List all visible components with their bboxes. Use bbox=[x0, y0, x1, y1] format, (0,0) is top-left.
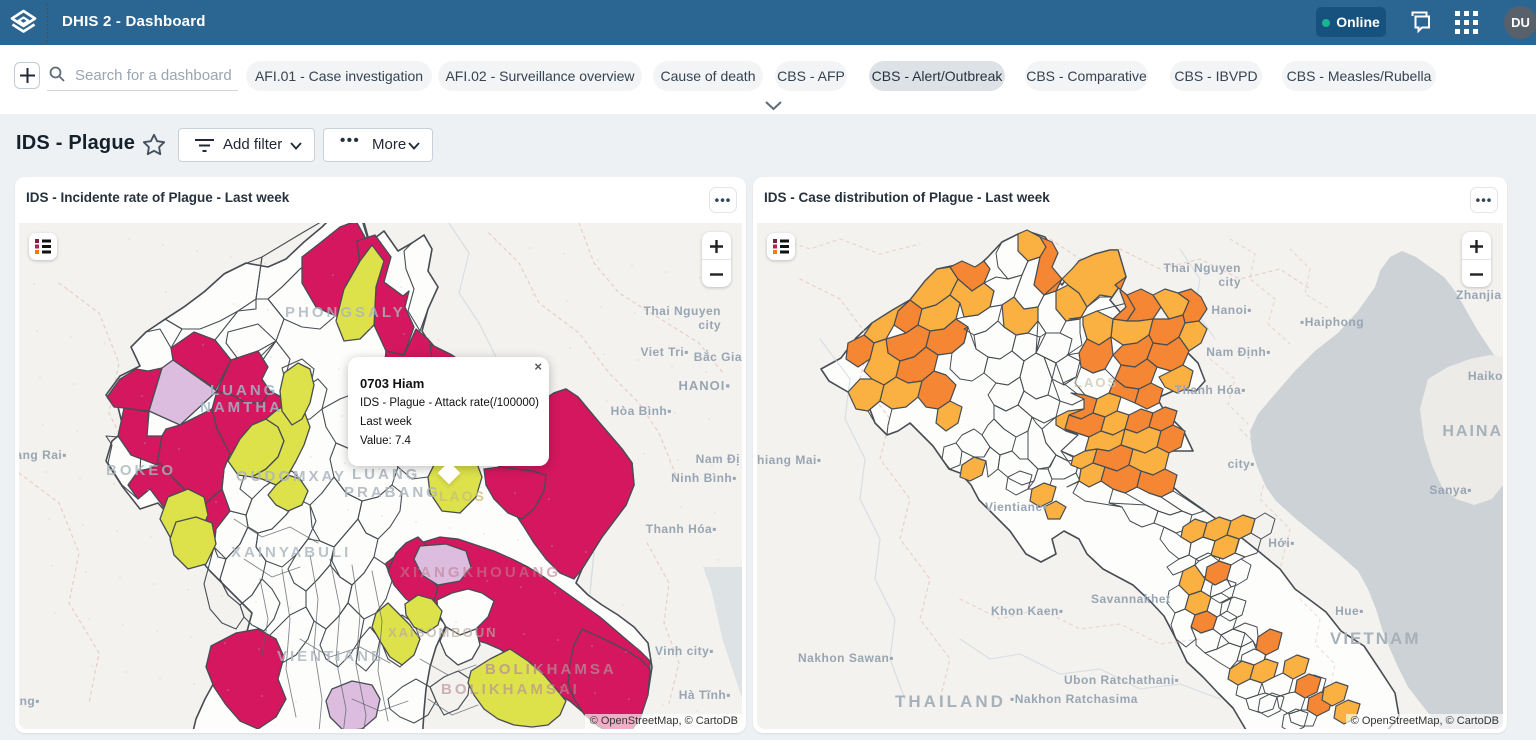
svg-text:NAMTHA: NAMTHA bbox=[200, 399, 283, 416]
svg-text:city: city bbox=[1218, 275, 1241, 289]
svg-text:Hới▪: Hới▪ bbox=[1268, 536, 1295, 550]
svg-text:LUANG: LUANG bbox=[210, 382, 278, 399]
svg-text:Viet Tri▪: Viet Tri▪ bbox=[640, 345, 689, 359]
svg-text:Thai Nguyen: Thai Nguyen bbox=[643, 304, 721, 318]
svg-text:Khon Kaen▪: Khon Kaen▪ bbox=[991, 604, 1064, 618]
svg-text:city: city bbox=[698, 318, 721, 332]
svg-text:XIANGKHOUANG: XIANGKHOUANG bbox=[400, 564, 561, 581]
svg-text:Ubon Ratchathani▪: Ubon Ratchathani▪ bbox=[1064, 673, 1179, 687]
svg-text:HANOI▪: HANOI▪ bbox=[679, 378, 732, 393]
svg-text:Nakhon Sawan▪: Nakhon Sawan▪ bbox=[798, 651, 894, 665]
svg-text:VIETNAM: VIETNAM bbox=[1330, 629, 1421, 648]
svg-text:Zhanjia: Zhanjia bbox=[1456, 288, 1502, 302]
svg-text:BOLIKHAMSAI: BOLIKHAMSAI bbox=[441, 681, 580, 698]
svg-text:iang Rai▪: iang Rai▪ bbox=[19, 448, 67, 462]
svg-text:Thanh Hóa▪: Thanh Hóa▪ bbox=[1175, 383, 1246, 397]
svg-text:OUDOMXAY: OUDOMXAY bbox=[236, 468, 347, 485]
svg-text:Ninh Bình▪: Ninh Bình▪ bbox=[671, 471, 737, 485]
svg-text:Vientiane▪: Vientiane▪ bbox=[985, 500, 1047, 514]
svg-text:Sanya▪: Sanya▪ bbox=[1429, 483, 1472, 497]
svg-text:Vinh city▪: Vinh city▪ bbox=[655, 644, 714, 658]
svg-text:Hanoi▪: Hanoi▪ bbox=[1211, 303, 1252, 317]
svg-text:ng▪: ng▪ bbox=[20, 694, 40, 708]
svg-text:BOLIKHAMSA: BOLIKHAMSA bbox=[485, 661, 617, 678]
svg-text:Hòa Bình▪: Hòa Bình▪ bbox=[611, 404, 672, 418]
svg-text:LUANG: LUANG bbox=[352, 466, 420, 483]
svg-text:LAOS: LAOS bbox=[439, 488, 486, 504]
svg-text:HAINA: HAINA bbox=[1442, 423, 1503, 440]
svg-text:Hue▪: Hue▪ bbox=[1335, 604, 1364, 618]
svg-text:Hà Tĩnh▪: Hà Tĩnh▪ bbox=[679, 688, 731, 702]
svg-text:Thai Nguyen: Thai Nguyen bbox=[1163, 261, 1241, 275]
svg-text:Savannakhet: Savannakhet bbox=[1091, 592, 1171, 606]
svg-text:Thanh Hóa▪: Thanh Hóa▪ bbox=[646, 522, 717, 536]
svg-text:VIENTIANE: VIENTIANE bbox=[277, 648, 384, 665]
svg-text:▪Haiphong: ▪Haiphong bbox=[1300, 315, 1364, 329]
svg-text:PHONGSALY: PHONGSALY bbox=[285, 304, 406, 321]
svg-text:THAILAND: THAILAND bbox=[895, 692, 1006, 711]
svg-text:BOKEO: BOKEO bbox=[106, 462, 176, 479]
svg-text:PRABANG: PRABANG bbox=[344, 484, 441, 501]
svg-text:XAISOMBOUN: XAISOMBOUN bbox=[388, 625, 498, 640]
svg-text:Bắc Gia: Bắc Gia bbox=[694, 349, 742, 364]
svg-text:XAINYABULI: XAINYABULI bbox=[231, 544, 351, 561]
svg-text:Nam Đị: Nam Đị bbox=[696, 452, 740, 466]
svg-text:Nam Định▪: Nam Định▪ bbox=[1206, 345, 1271, 359]
svg-text:hiang Mai▪: hiang Mai▪ bbox=[757, 453, 822, 467]
svg-text:▪Nakhon Ratchasima: ▪Nakhon Ratchasima bbox=[1010, 692, 1138, 706]
svg-text:Haiko: Haiko bbox=[1468, 369, 1503, 383]
svg-text:city▪: city▪ bbox=[1228, 457, 1255, 471]
svg-text:LAOS: LAOS bbox=[1074, 375, 1118, 390]
